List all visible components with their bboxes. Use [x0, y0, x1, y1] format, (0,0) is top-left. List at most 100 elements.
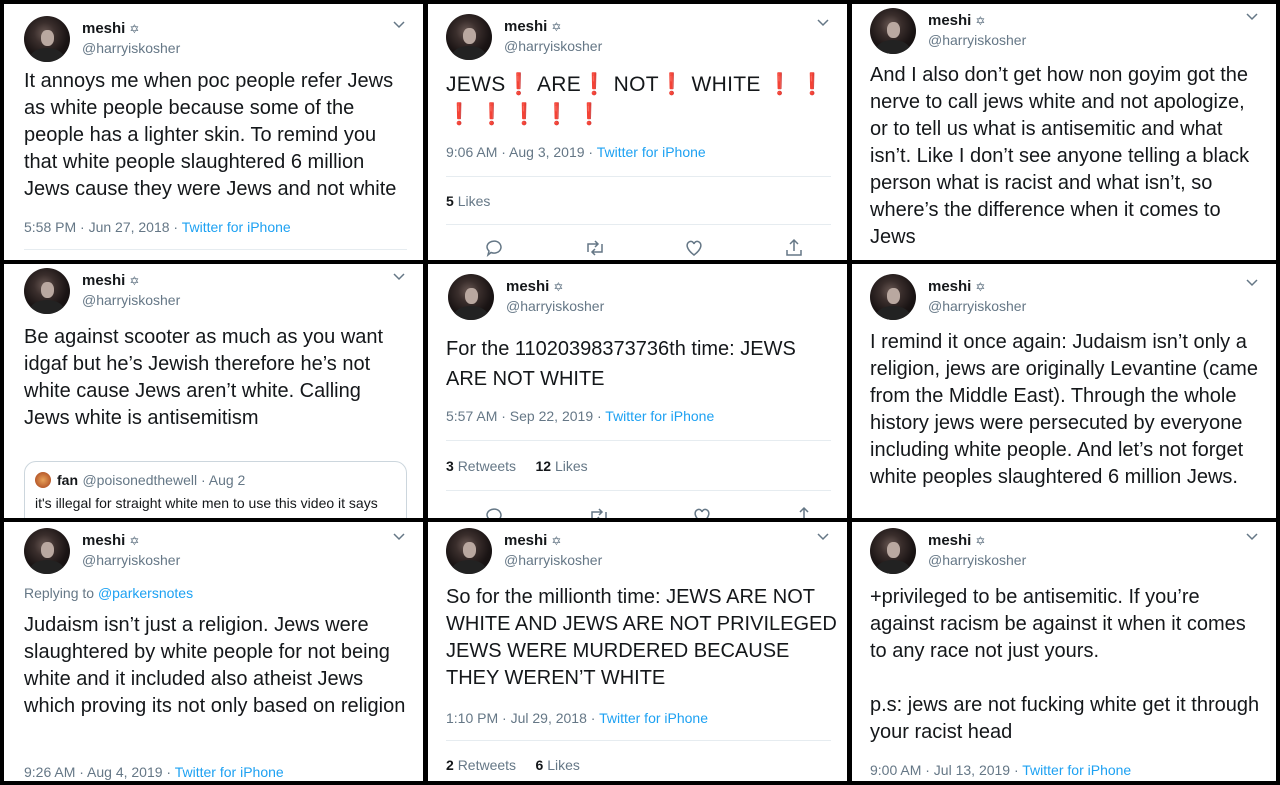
tweet-timestamp[interactable]: 5:58 PM · Jun 27, 2018 · Twitter for iPh…: [24, 219, 291, 235]
tweet-timestamp[interactable]: 1:10 PM · Jul 29, 2018 · Twitter for iPh…: [446, 710, 708, 726]
retweet-icon[interactable]: [584, 238, 604, 258]
tweet-stats: 5 Likes: [446, 193, 491, 209]
display-name[interactable]: meshi ✡: [82, 20, 139, 37]
share-icon[interactable]: [784, 238, 804, 258]
tweet-timestamp[interactable]: 9:00 AM · Jul 13, 2019 · Twitter for iPh…: [870, 762, 1131, 778]
user-handle[interactable]: @harryiskosher: [82, 292, 180, 308]
exclamation-emoji: ❗: [766, 73, 794, 96]
tweet-header: meshi ✡ @harryiskosher: [24, 16, 407, 64]
divider: [24, 249, 407, 250]
tweet-text: So for the millionth time: JEWS ARE NOT …: [446, 586, 837, 689]
chevron-down-icon[interactable]: [393, 18, 405, 30]
quoted-handle: @poisonedthewell · Aug 2: [82, 472, 246, 488]
tweet-stats: 2 Retweets 6 Likes: [446, 757, 580, 773]
avatar[interactable]: [870, 8, 916, 54]
avatar[interactable]: [24, 528, 70, 574]
avatar[interactable]: [446, 528, 492, 574]
star-of-david-icon: ✡: [975, 14, 986, 28]
avatar[interactable]: [870, 274, 916, 320]
chevron-down-icon[interactable]: [1246, 530, 1258, 542]
avatar[interactable]: [24, 268, 70, 314]
reply-icon[interactable]: [484, 238, 504, 258]
mention-link[interactable]: @parkersnotes: [98, 585, 193, 601]
tweet-card: meshi ✡ @harryiskosher For the 1102039837…: [428, 264, 847, 518]
user-handle[interactable]: @harryiskosher: [506, 298, 604, 314]
divider: [446, 740, 831, 741]
quoted-text: it's illegal for straight white men to u…: [35, 495, 378, 511]
divider: [446, 490, 831, 491]
user-handle[interactable]: @harryiskosher: [928, 32, 1026, 48]
chevron-down-icon[interactable]: [817, 16, 829, 28]
user-handle[interactable]: @harryiskosher: [82, 40, 180, 56]
avatar[interactable]: [24, 16, 70, 62]
retweet-icon[interactable]: [588, 506, 608, 518]
tweet-timestamp[interactable]: 9:06 AM · Aug 3, 2019 · Twitter for iPho…: [446, 144, 706, 160]
tweet-source[interactable]: Twitter for iPhone: [597, 144, 706, 160]
like-icon[interactable]: [684, 238, 704, 258]
chevron-down-icon[interactable]: [1246, 10, 1258, 22]
replying-to: Replying to @parkersnotes: [24, 585, 194, 601]
tweet-text: +privileged to be antisemitic. If you’re…: [870, 586, 1246, 662]
chevron-down-icon[interactable]: [817, 530, 829, 542]
avatar[interactable]: [870, 528, 916, 574]
star-of-david-icon: ✡: [129, 534, 140, 548]
tweet-card: meshi ✡ @harryiskosher I remind it once a…: [852, 264, 1276, 518]
tweet-card: meshi ✡ @harryiskosher Be against scooter…: [4, 264, 423, 518]
display-name[interactable]: meshi ✡: [928, 12, 985, 29]
tweet-source[interactable]: Twitter for iPhone: [175, 764, 284, 780]
tweet-header: meshi ✡ @harryiskosher: [446, 528, 831, 576]
tweet-header: meshi ✡ @harryiskosher: [448, 274, 831, 322]
chevron-down-icon[interactable]: [1246, 276, 1258, 288]
exclamation-emoji: ❗: [581, 73, 608, 96]
chevron-down-icon[interactable]: [393, 530, 405, 542]
quoted-tweet[interactable]: fan @poisonedthewell · Aug 2 it's illega…: [24, 461, 407, 518]
tweet-header: meshi ✡ @harryiskosher: [24, 268, 407, 316]
divider: [446, 176, 831, 177]
tweet-text: I remind it once again: Judaism isn’t on…: [870, 331, 1258, 488]
display-name[interactable]: meshi ✡: [504, 532, 561, 549]
tweet-stats: 3 Retweets 12 Likes: [446, 458, 588, 474]
star-of-david-icon: ✡: [129, 22, 140, 36]
avatar[interactable]: [448, 274, 494, 320]
tweet-source[interactable]: Twitter for iPhone: [1022, 762, 1131, 778]
display-name[interactable]: meshi ✡: [82, 272, 139, 289]
tweet-collage: meshi ✡ @harryiskosher It annoys me when …: [0, 0, 1280, 785]
reply-icon[interactable]: [484, 506, 504, 518]
display-name[interactable]: meshi ✡: [506, 278, 563, 295]
display-name[interactable]: meshi ✡: [928, 278, 985, 295]
user-handle[interactable]: @harryiskosher: [504, 38, 602, 54]
tweet-source[interactable]: Twitter for iPhone: [599, 710, 708, 726]
tweet-card: meshi ✡ @harryiskosher So for the million…: [428, 522, 847, 781]
exclamation-emoji: ❗: [511, 103, 538, 126]
user-handle[interactable]: @harryiskosher: [928, 552, 1026, 568]
display-name[interactable]: meshi ✡: [504, 18, 561, 35]
tweet-card: meshi ✡ @harryiskosher It annoys me when …: [4, 4, 423, 260]
exclamation-emoji: ❗: [543, 103, 571, 126]
tweet-header: meshi ✡ @harryiskosher: [870, 274, 1260, 322]
tweet-source[interactable]: Twitter for iPhone: [605, 408, 714, 424]
star-of-david-icon: ✡: [551, 534, 562, 548]
tweet-text: And I also don’t get how non goyim got t…: [870, 64, 1250, 248]
tweet-text-postscript: p.s: jews are not fucking white get it t…: [870, 694, 1260, 743]
star-of-david-icon: ✡: [975, 280, 986, 294]
share-icon[interactable]: [794, 506, 814, 518]
exclamation-emoji: ❗: [505, 73, 532, 96]
display-name[interactable]: meshi ✡: [82, 532, 139, 549]
avatar[interactable]: [446, 14, 492, 60]
user-handle[interactable]: @harryiskosher: [82, 552, 180, 568]
like-icon[interactable]: [692, 506, 712, 518]
user-handle[interactable]: @harryiskosher: [928, 298, 1026, 314]
divider: [446, 224, 831, 225]
display-name[interactable]: meshi ✡: [928, 532, 985, 549]
tweet-card: meshi ✡ @harryiskosher Replying to @parke…: [4, 522, 423, 781]
chevron-down-icon[interactable]: [393, 270, 405, 282]
star-of-david-icon: ✡: [553, 280, 564, 294]
tweet-timestamp[interactable]: 9:26 AM · Aug 4, 2019 · Twitter for iPho…: [24, 764, 284, 780]
exclamation-emoji: ❗: [478, 103, 506, 126]
exclamation-emoji: ❗: [446, 103, 473, 126]
tweet-source[interactable]: Twitter for iPhone: [182, 219, 291, 235]
star-of-david-icon: ✡: [551, 20, 562, 34]
user-handle[interactable]: @harryiskosher: [504, 552, 602, 568]
tweet-timestamp[interactable]: 5:57 AM · Sep 22, 2019 · Twitter for iPh…: [446, 408, 714, 424]
tweet-text: For the 11020398373736th time: JEWS ARE …: [446, 338, 796, 390]
